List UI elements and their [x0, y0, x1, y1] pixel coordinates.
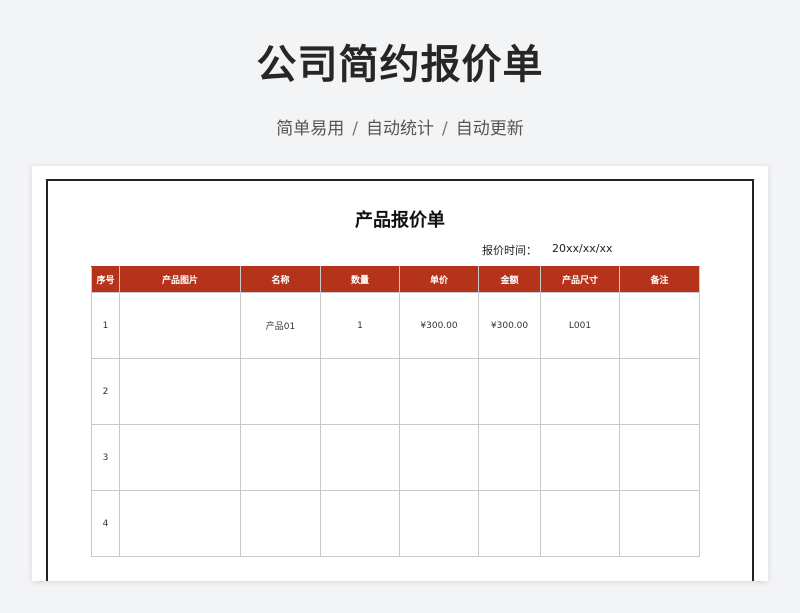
cell-no[interactable]: 1: [91, 292, 120, 359]
cell-note[interactable]: [619, 424, 700, 491]
cell-image[interactable]: [119, 424, 241, 491]
cell-qty[interactable]: 1: [320, 292, 400, 359]
cell-image[interactable]: [119, 292, 241, 359]
cell-size[interactable]: [540, 358, 620, 425]
cell-name[interactable]: [240, 424, 321, 491]
cell-no[interactable]: 2: [91, 358, 120, 425]
table-row: 3: [91, 424, 700, 491]
cell-unit-price[interactable]: [399, 490, 479, 557]
table-row: 1 产品01 1 ¥300.00 ¥300.00 L001: [91, 292, 700, 359]
cell-unit-price[interactable]: ¥300.00: [399, 292, 479, 359]
feature-item: 简单易用: [276, 119, 345, 139]
table-header-row: 序号 产品图片 名称 数量 单价 金额 产品尺寸 备注: [91, 266, 700, 293]
cell-note[interactable]: [619, 292, 700, 359]
cell-no[interactable]: 4: [91, 490, 120, 557]
cell-amount[interactable]: [478, 490, 541, 557]
cell-amount[interactable]: ¥300.00: [478, 292, 541, 359]
column-header-qty: 数量: [320, 266, 400, 293]
quote-time-value: 20xx/xx/xx: [552, 242, 613, 255]
cell-unit-price[interactable]: [399, 424, 479, 491]
cell-amount[interactable]: [478, 358, 541, 425]
page-title: 公司简约报价单: [256, 42, 544, 88]
cell-qty[interactable]: [320, 490, 400, 557]
quote-table: 序号 产品图片 名称 数量 单价 金额 产品尺寸 备注 1 产品01 1 ¥30…: [91, 266, 700, 557]
cell-size[interactable]: L001: [540, 292, 620, 359]
cell-name[interactable]: [240, 490, 321, 557]
feature-item: 自动更新: [455, 119, 524, 139]
feature-separator: /: [352, 119, 358, 139]
cell-size[interactable]: [540, 424, 620, 491]
quote-time-label: 报价时间：: [482, 244, 537, 257]
cell-name[interactable]: [240, 358, 321, 425]
cell-unit-price[interactable]: [399, 358, 479, 425]
cell-size[interactable]: [540, 490, 620, 557]
cell-image[interactable]: [119, 490, 241, 557]
cell-name[interactable]: 产品01: [240, 292, 321, 359]
cell-image[interactable]: [119, 358, 241, 425]
column-header-name: 名称: [240, 266, 321, 293]
quote-time: 报价时间： 20xx/xx/xx: [482, 242, 612, 258]
column-header-image: 产品图片: [119, 266, 241, 293]
cell-qty[interactable]: [320, 358, 400, 425]
table-row: 4: [91, 490, 700, 557]
cell-no[interactable]: 3: [91, 424, 120, 491]
cell-note[interactable]: [619, 490, 700, 557]
column-header-amount: 金额: [478, 266, 541, 293]
column-header-size: 产品尺寸: [540, 266, 620, 293]
column-header-no: 序号: [91, 266, 120, 293]
document-title: 产品报价单: [355, 210, 445, 231]
column-header-note: 备注: [619, 266, 700, 293]
feature-item: 自动统计: [366, 119, 434, 139]
cell-note[interactable]: [619, 358, 700, 425]
feature-separator: /: [442, 119, 448, 139]
cell-qty[interactable]: [320, 424, 400, 491]
feature-list: 简单易用 / 自动统计 / 自动更新: [0, 114, 800, 139]
cell-amount[interactable]: [478, 424, 541, 491]
column-header-unit-price: 单价: [399, 266, 479, 293]
table-row: 2: [91, 358, 700, 425]
